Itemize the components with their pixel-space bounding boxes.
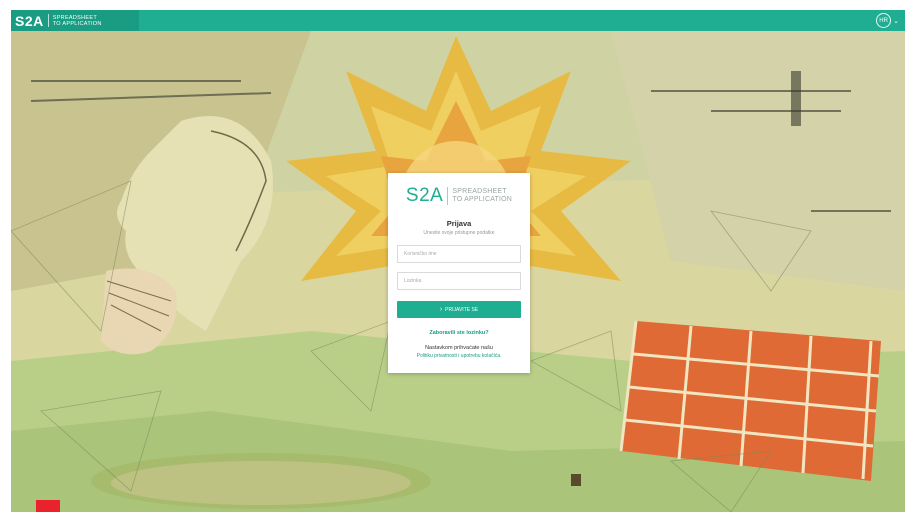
card-logo-tagline-line2: TO APPLICATION [452,196,513,203]
chevron-right-icon: › [439,306,443,313]
password-input[interactable] [397,272,521,290]
login-card: S2A SPREADSHEET TO APPLICATION Prijava U… [388,173,530,373]
card-logo-divider [447,187,449,205]
card-logo-tagline: SPREADSHEET TO APPLICATION [452,188,512,204]
login-button[interactable]: › PRIJAVITE SE [397,301,521,318]
card-logo-tagline-line1: SPREADSHEET [452,188,507,195]
app-frame: S2A SPREADSHEET TO APPLICATION HR ⌄ S2A … [11,10,905,512]
username-input[interactable] [397,245,521,263]
brand-logo[interactable]: S2A SPREADSHEET TO APPLICATION [11,10,139,31]
corner-marker [36,500,60,512]
legal-text: Nastavkom prihvaćate našu [425,345,493,351]
brand-tagline-line2: TO APPLICATION [52,20,102,27]
language-selector[interactable]: HR ⌄ [876,13,899,28]
brand-divider [47,14,49,27]
card-logo-mark: S2A [405,185,444,206]
login-button-label: PRIJAVITE SE [445,306,479,313]
login-subtitle: Unesite svoje pristupne podatke [423,230,495,236]
chevron-down-icon: ⌄ [893,17,899,25]
card-logo: S2A SPREADSHEET TO APPLICATION [388,185,530,207]
privacy-policy-link[interactable]: Politiku privatnosti i upotrebu kolačića… [388,353,530,359]
brand-mark: S2A [15,12,44,29]
brand-tagline: SPREADSHEET TO APPLICATION [53,15,102,27]
language-badge: HR [876,13,892,28]
login-title: Prijava [446,219,472,228]
top-bar: S2A SPREADSHEET TO APPLICATION HR ⌄ [11,10,905,31]
forgot-password-link[interactable]: Zaboravili ste lozinku? [388,330,530,336]
